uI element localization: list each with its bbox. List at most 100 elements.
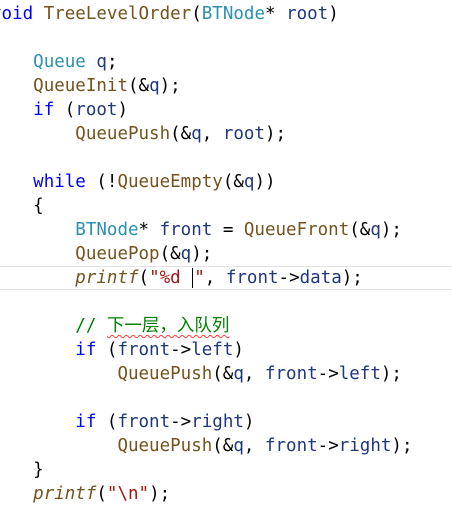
code-line[interactable]: { bbox=[0, 26, 2, 50]
code-token: -> bbox=[170, 340, 192, 360]
code-line[interactable]: QueuePop(&q); bbox=[0, 242, 212, 266]
code-line[interactable]: } bbox=[0, 458, 44, 482]
code-token: (& bbox=[170, 124, 192, 144]
code-token: front bbox=[264, 364, 318, 384]
code-token: (& bbox=[159, 244, 181, 264]
code-editor[interactable]: void TreeLevelOrder(BTNode* root){ Queue… bbox=[0, 0, 452, 508]
code-token: front bbox=[117, 340, 171, 360]
code-token: TreeLevelOrder bbox=[43, 4, 192, 24]
code-token: (! bbox=[85, 172, 118, 192]
code-token: { bbox=[0, 28, 2, 48]
code-token: * bbox=[264, 4, 287, 24]
code-token: ); bbox=[191, 244, 213, 264]
code-token: "%d bbox=[149, 268, 192, 288]
code-token: Queue bbox=[33, 52, 86, 72]
code-token: root bbox=[222, 124, 265, 144]
code-token: , bbox=[243, 436, 265, 456]
code-token: (& bbox=[222, 172, 244, 192]
code-token: q bbox=[243, 172, 255, 192]
code-token: root bbox=[286, 4, 329, 24]
code-line[interactable]: printf("%d ", front->data); bbox=[0, 266, 363, 290]
code-token: q bbox=[233, 364, 244, 384]
code-token: ); bbox=[149, 484, 171, 504]
code-token: printf bbox=[33, 484, 97, 504]
code-token: (& bbox=[212, 364, 234, 384]
code-token: (& bbox=[127, 76, 150, 96]
code-line[interactable]: QueuePush(&q, front->right); bbox=[0, 434, 413, 458]
code-token: -> bbox=[170, 412, 192, 432]
code-token: ) bbox=[233, 340, 244, 360]
code-token: 下一层，入队列 bbox=[106, 316, 230, 336]
code-token: q bbox=[96, 52, 107, 72]
code-token: ); bbox=[264, 124, 287, 144]
code-token: if bbox=[33, 100, 55, 120]
code-token: )) bbox=[254, 172, 276, 192]
code-token: ; bbox=[106, 52, 118, 72]
code-token: front bbox=[225, 268, 279, 288]
code-token: (& bbox=[212, 436, 234, 456]
code-line[interactable]: if (front->right) bbox=[0, 410, 254, 434]
code-token: right bbox=[338, 436, 392, 456]
code-token: right bbox=[191, 412, 244, 432]
code-token: printf bbox=[75, 268, 139, 288]
code-line[interactable]: void TreeLevelOrder(BTNode* root) bbox=[0, 2, 339, 26]
code-token: (& bbox=[349, 220, 371, 240]
code-token: ( bbox=[54, 100, 76, 120]
code-token: BTNode bbox=[201, 4, 265, 24]
code-token: QueuePush bbox=[117, 364, 213, 384]
code-token: QueuePush bbox=[117, 436, 213, 456]
code-token: while bbox=[33, 172, 86, 192]
code-token: q bbox=[370, 220, 381, 240]
code-line[interactable]: while (!QueueEmpty(&q)) bbox=[0, 170, 276, 194]
code-token: , bbox=[201, 124, 223, 144]
code-line[interactable]: // 下一层，入队列 bbox=[0, 314, 229, 338]
code-token: ) bbox=[243, 412, 255, 432]
code-line[interactable]: QueuePush(&q, root); bbox=[0, 122, 286, 146]
code-token: if bbox=[75, 340, 97, 360]
code-line[interactable]: BTNode* front = QueueFront(&q); bbox=[0, 218, 402, 242]
code-token: ); bbox=[391, 436, 413, 456]
code-token: ); bbox=[159, 76, 181, 96]
code-token: QueueEmpty bbox=[117, 172, 223, 192]
code-line[interactable]: if (root) bbox=[0, 98, 128, 122]
code-token: front bbox=[264, 436, 318, 456]
code-token: QueueFront bbox=[243, 220, 350, 240]
code-token: ); bbox=[341, 268, 363, 288]
code-token: left bbox=[338, 364, 381, 384]
code-line[interactable]: if (front->left) bbox=[0, 338, 244, 362]
code-token: QueueInit bbox=[33, 76, 128, 96]
code-token: q bbox=[191, 124, 202, 144]
code-token: ( bbox=[96, 484, 107, 504]
code-token: -> bbox=[317, 436, 339, 456]
code-token: } bbox=[33, 460, 44, 480]
code-token: root bbox=[75, 100, 118, 120]
code-token: ); bbox=[380, 364, 402, 384]
code-line[interactable]: Queue q; bbox=[0, 50, 117, 74]
code-line[interactable]: QueueInit(&q); bbox=[0, 74, 181, 98]
code-line[interactable]: { bbox=[0, 194, 44, 218]
code-line[interactable]: printf("\n"); bbox=[0, 482, 170, 506]
code-token: { bbox=[33, 196, 44, 216]
code-token: QueuePop bbox=[75, 244, 160, 264]
code-token: ( bbox=[138, 268, 150, 288]
code-token: ) bbox=[328, 4, 339, 24]
code-token: if bbox=[75, 412, 97, 432]
code-token: ); bbox=[380, 220, 402, 240]
code-token: -> bbox=[278, 268, 300, 288]
code-token: , bbox=[204, 268, 226, 288]
code-line[interactable]: QueuePush(&q, front->left); bbox=[0, 362, 402, 386]
code-token: // bbox=[75, 316, 107, 336]
code-token: -> bbox=[317, 364, 339, 384]
